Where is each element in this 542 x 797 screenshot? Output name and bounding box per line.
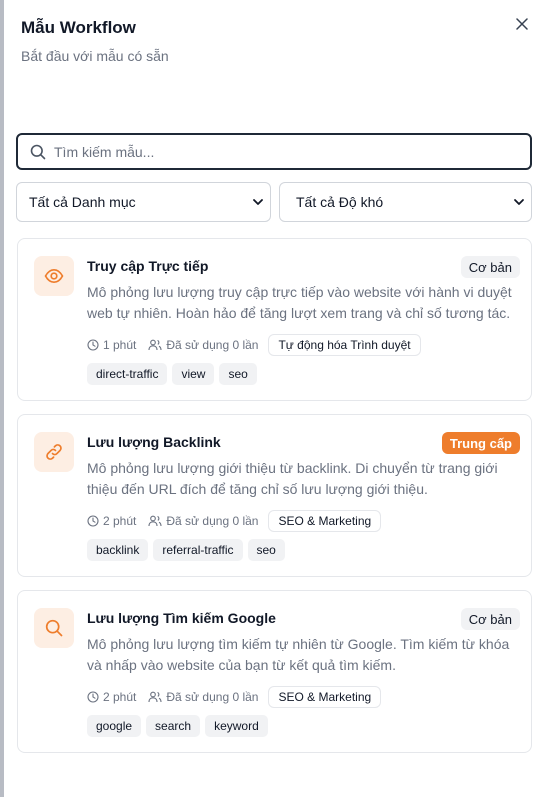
card-meta: 2 phút Đã sử dụng 0 lần SEO & Marketing [87, 685, 382, 709]
template-card-google-search[interactable]: Lưu lượng Tìm kiếm Google Cơ bản Mô phỏn… [17, 590, 532, 753]
difficulty-select[interactable]: Tất cả Độ khó [279, 182, 532, 222]
clock-icon [87, 515, 99, 527]
card-title: Truy cập Trực tiếp [87, 258, 209, 274]
category-select[interactable]: Tất cả Danh mục [16, 182, 271, 222]
duration-meta: 2 phút [87, 690, 136, 704]
search-icon [30, 144, 46, 159]
tag: view [172, 363, 215, 385]
tag: keyword [205, 715, 268, 737]
difficulty-badge: Cơ bản [460, 608, 520, 630]
tag-list: direct-traffic view seo [87, 363, 257, 385]
close-button[interactable] [512, 14, 532, 34]
tag-list: backlink referral-traffic seo [87, 539, 285, 561]
category-badge: SEO & Marketing [268, 686, 382, 708]
card-title: Lưu lượng Backlink [87, 434, 221, 450]
duration-text: 1 phút [103, 338, 137, 352]
close-icon [516, 18, 528, 30]
users-icon [148, 339, 162, 351]
usage-text: Đã sử dụng 0 lần [166, 514, 259, 528]
tag: search [146, 715, 201, 737]
tag: google [87, 715, 142, 737]
users-icon [148, 691, 162, 703]
category-select-value: Tất cả Danh mục [29, 194, 136, 210]
card-icon-box [34, 608, 74, 648]
tag: referral-traffic [153, 539, 243, 561]
difficulty-badge: Trung cấp [441, 432, 520, 454]
tag: seo [219, 363, 257, 385]
tag: backlink [87, 539, 149, 561]
usage-meta: Đã sử dụng 0 lần [148, 690, 258, 704]
card-meta: 2 phút Đã sử dụng 0 lần SEO & Marketing [87, 509, 382, 533]
card-description: Mô phỏng lưu lượng giới thiệu từ backlin… [87, 460, 498, 497]
clock-icon [87, 691, 99, 703]
card-icon-box [34, 432, 74, 472]
tag: direct-traffic [87, 363, 168, 385]
search-icon [45, 619, 63, 637]
card-icon-box [34, 256, 74, 296]
duration-meta: 1 phút [87, 338, 136, 352]
chevron-down-icon [514, 199, 524, 205]
tag-list: google search keyword [87, 715, 268, 737]
chevron-down-icon [253, 199, 263, 205]
search-input[interactable] [54, 143, 494, 160]
difficulty-select-value: Tất cả Độ khó [296, 194, 384, 210]
usage-meta: Đã sử dụng 0 lần [148, 514, 258, 528]
card-title: Lưu lượng Tìm kiếm Google [87, 610, 276, 626]
template-card-direct-traffic[interactable]: Truy cập Trực tiếp Cơ bản Mô phỏng lưu l… [17, 238, 532, 401]
difficulty-badge: Cơ bản [460, 256, 520, 278]
search-box[interactable] [16, 133, 532, 170]
usage-text: Đã sử dụng 0 lần [166, 338, 259, 352]
template-dialog: Mẫu Workflow Bắt đầu với mẫu có sẵn Tất … [4, 0, 542, 797]
category-badge: Tự động hóa Trình duyệt [268, 334, 421, 356]
duration-meta: 2 phút [87, 514, 136, 528]
tag: seo [247, 539, 285, 561]
card-meta: 1 phút Đã sử dụng 0 lần Tự động hóa Trìn… [87, 333, 421, 357]
dialog-title: Mẫu Workflow [21, 18, 136, 37]
users-icon [148, 515, 162, 527]
eye-icon [44, 268, 64, 284]
card-description: Mô phỏng lưu lượng tìm kiếm tự nhiên từ … [87, 636, 510, 673]
usage-text: Đã sử dụng 0 lần [166, 690, 259, 704]
dialog-subtitle: Bắt đầu với mẫu có sẵn [21, 48, 169, 64]
link-icon [46, 444, 62, 460]
usage-meta: Đã sử dụng 0 lần [148, 338, 258, 352]
category-badge: SEO & Marketing [268, 510, 382, 532]
duration-text: 2 phút [103, 514, 137, 528]
card-description: Mô phỏng lưu lượng truy cập trực tiếp và… [87, 284, 512, 321]
template-card-backlink[interactable]: Lưu lượng Backlink Trung cấp Mô phỏng lư… [17, 414, 532, 577]
clock-icon [87, 339, 99, 351]
duration-text: 2 phút [103, 690, 137, 704]
